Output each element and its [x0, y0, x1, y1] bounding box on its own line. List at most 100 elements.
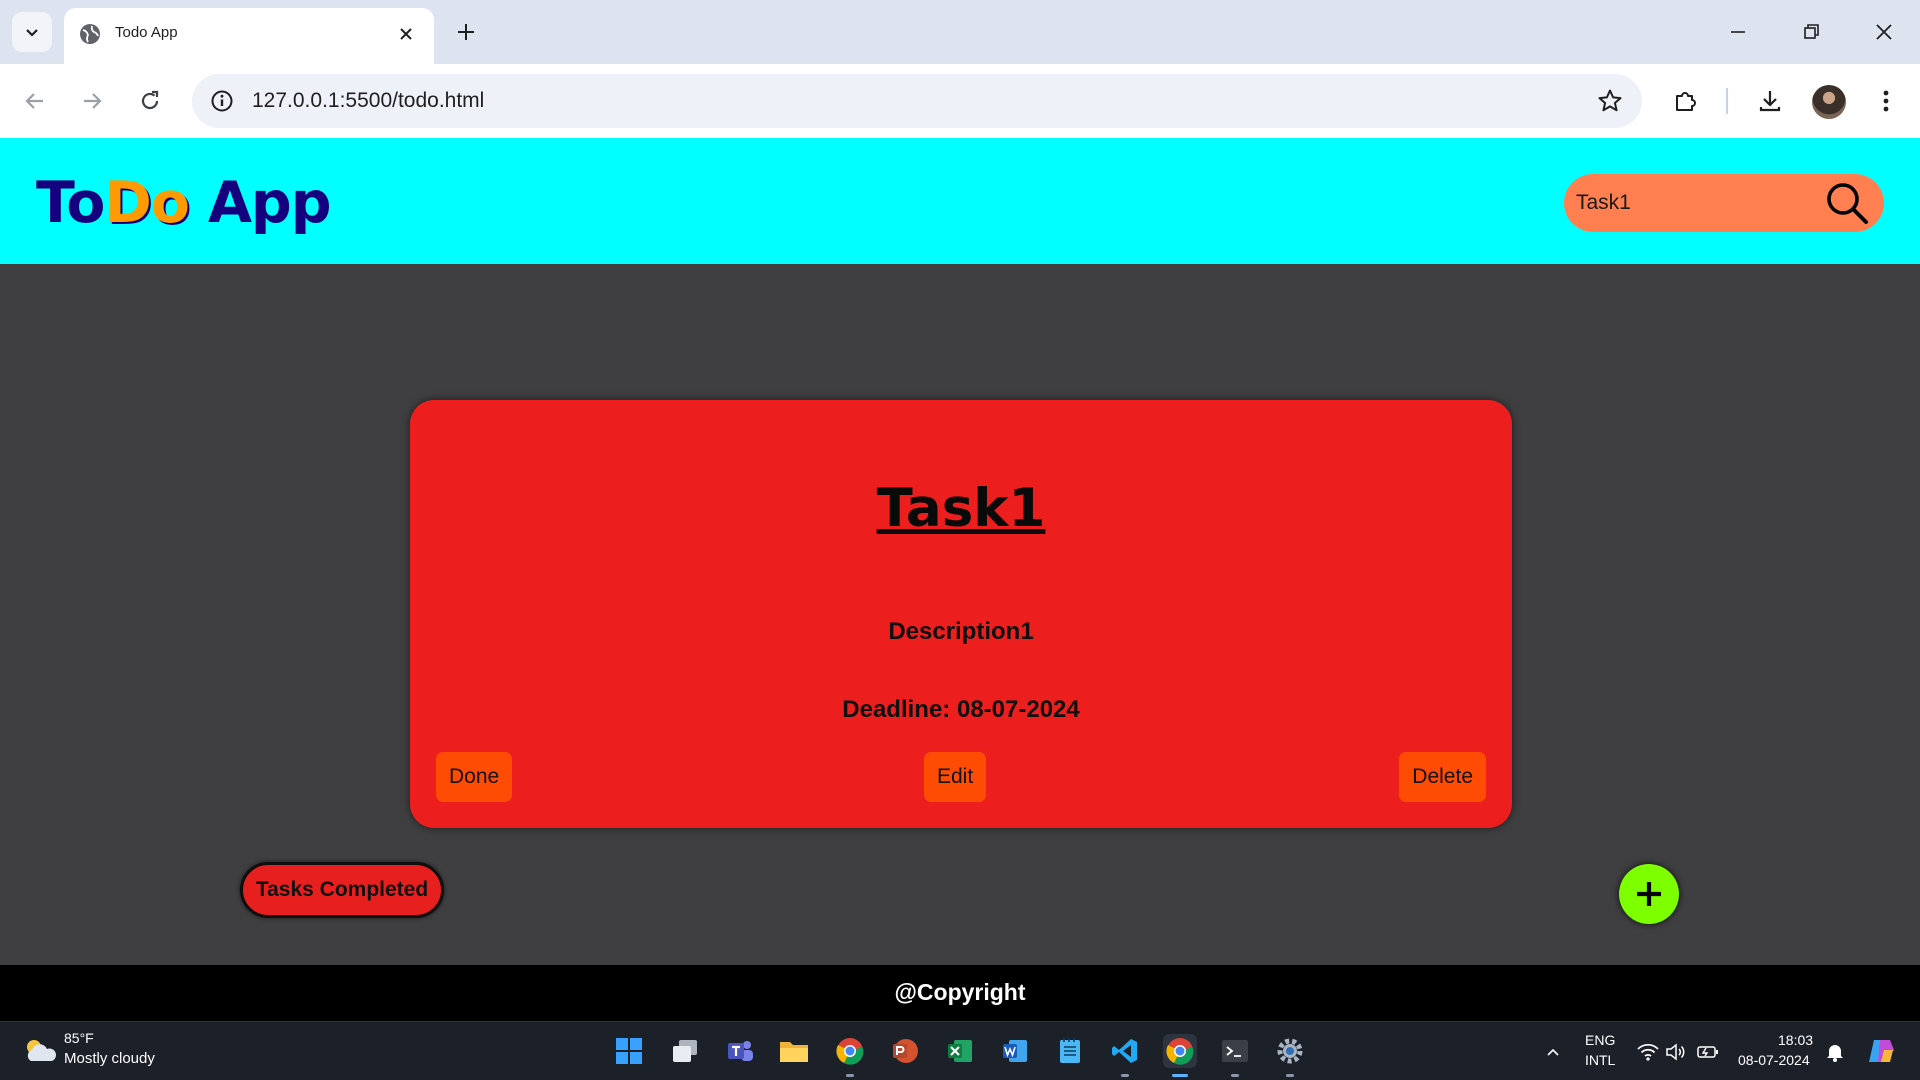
profile-avatar[interactable]	[1812, 85, 1846, 119]
excel-icon	[948, 1040, 972, 1062]
active-indicator	[1172, 1074, 1188, 1077]
show-hidden-icons-button[interactable]	[1541, 1040, 1565, 1064]
terminal-app[interactable]	[1218, 1034, 1252, 1077]
chrome-app[interactable]	[833, 1034, 867, 1077]
site-info-button[interactable]	[204, 83, 240, 119]
bell-icon	[1827, 1045, 1843, 1062]
word-app[interactable]	[998, 1034, 1032, 1068]
star-icon	[1598, 89, 1622, 112]
extensions-button[interactable]	[1666, 81, 1706, 121]
weather-condition: Mostly cloudy	[64, 1050, 155, 1067]
tab-close-button[interactable]	[392, 20, 420, 48]
chevron-up-icon	[1547, 1048, 1559, 1056]
back-button[interactable]	[15, 81, 55, 121]
gear-icon	[1277, 1038, 1303, 1064]
running-indicator	[1121, 1074, 1129, 1077]
chrome-icon	[836, 1038, 864, 1065]
logo-do: Do	[104, 170, 189, 236]
forward-button[interactable]	[72, 81, 112, 121]
settings-app[interactable]	[1273, 1034, 1307, 1077]
minimize-icon	[1731, 31, 1745, 33]
weather-temperature: 85°F	[64, 1030, 94, 1046]
terminal-icon	[1222, 1040, 1248, 1062]
more-vert-icon	[1883, 90, 1889, 112]
app-logo[interactable]: ToDo App	[36, 170, 332, 236]
download-icon	[1759, 91, 1781, 112]
logo-app: App	[188, 170, 332, 236]
language-line-1: ENG	[1585, 1032, 1616, 1048]
running-indicator	[1231, 1074, 1239, 1077]
logo-to: To	[36, 170, 105, 236]
browser-tab[interactable]: Todo App	[64, 8, 434, 64]
tab-title: Todo App	[115, 24, 178, 41]
close-window-button[interactable]	[1864, 12, 1904, 52]
task-view-icon	[673, 1040, 697, 1062]
chevron-down-icon	[26, 29, 38, 37]
add-task-button[interactable]	[1619, 864, 1679, 924]
start-button[interactable]	[612, 1034, 646, 1068]
battery-icon	[1697, 1046, 1718, 1058]
browser-menu-button[interactable]	[1866, 81, 1906, 121]
plus-icon	[458, 24, 474, 40]
copilot-icon	[1869, 1040, 1894, 1062]
folder-icon	[780, 1042, 808, 1062]
done-button[interactable]: Done	[436, 752, 513, 802]
deadline-value: 08-07-2024	[956, 696, 1080, 723]
page-footer: @Copyright	[0, 965, 1920, 1021]
task-view-button[interactable]	[668, 1034, 702, 1068]
reload-icon	[141, 90, 159, 110]
volume-status[interactable]	[1664, 1040, 1688, 1064]
app-header: ToDo App	[0, 138, 1920, 264]
language-line-2: INTL	[1585, 1052, 1616, 1068]
task-card: Task1 Description1 Deadline: 08-07-2024 …	[410, 400, 1512, 828]
arrow-left-icon	[25, 93, 43, 109]
search-input[interactable]	[1576, 182, 1816, 224]
teams-app[interactable]	[723, 1034, 757, 1068]
toolbar-separator	[1726, 88, 1728, 114]
search-box	[1564, 174, 1884, 232]
windows-logo-icon	[616, 1038, 642, 1064]
browser-title-bar: Todo App	[0, 0, 1920, 64]
downloads-button[interactable]	[1750, 81, 1790, 121]
bookmark-button[interactable]	[1592, 83, 1628, 119]
clock-time: 18:03	[1778, 1032, 1814, 1048]
arrow-right-icon	[84, 93, 102, 109]
browser-toolbar: 127.0.0.1:5500/todo.html	[0, 64, 1920, 138]
vscode-icon	[1112, 1039, 1137, 1063]
minimize-button[interactable]	[1718, 12, 1758, 52]
tab-search-button[interactable]	[12, 12, 52, 52]
battery-status[interactable]	[1696, 1040, 1720, 1064]
footer-copyright: @Copyright	[894, 979, 1026, 1005]
delete-button[interactable]: Delete	[1399, 752, 1486, 802]
url-text: 127.0.0.1:5500/todo.html	[252, 89, 485, 112]
reload-button[interactable]	[130, 81, 170, 121]
restore-icon	[1804, 24, 1819, 39]
cloud-icon	[27, 1040, 56, 1061]
wifi-icon	[1637, 1043, 1659, 1061]
powerpoint-app[interactable]	[888, 1034, 922, 1068]
address-bar[interactable]: 127.0.0.1:5500/todo.html	[192, 74, 1642, 128]
taskbar: 85°F Mostly cloudy ENG INTL 18:03 08-07-…	[0, 1021, 1920, 1080]
vscode-app[interactable]	[1108, 1034, 1142, 1077]
new-tab-button[interactable]	[448, 14, 484, 50]
clock-date: 08-07-2024	[1738, 1052, 1810, 1068]
excel-app[interactable]	[943, 1034, 977, 1068]
wifi-status[interactable]	[1636, 1040, 1660, 1064]
deadline-label: Deadline:	[842, 696, 957, 723]
chrome-app-active[interactable]	[1163, 1034, 1197, 1077]
running-indicator	[846, 1074, 854, 1077]
task-deadline: Deadline: 08-07-2024	[410, 696, 1512, 724]
file-explorer-app[interactable]	[777, 1034, 811, 1068]
restore-button[interactable]	[1791, 12, 1831, 52]
chrome-icon	[1166, 1038, 1194, 1065]
copilot-button[interactable]	[1866, 1036, 1896, 1066]
search-button[interactable]	[1823, 180, 1871, 226]
task-title: Task1	[876, 478, 1046, 539]
teams-icon	[728, 1041, 753, 1061]
edit-button[interactable]: Edit	[924, 752, 987, 802]
notepad-app[interactable]	[1053, 1034, 1087, 1068]
globe-icon	[80, 24, 100, 44]
notifications-button[interactable]	[1823, 1040, 1847, 1064]
tasks-completed-button[interactable]: Tasks Completed	[240, 862, 444, 918]
task-description: Description1	[888, 618, 1034, 645]
